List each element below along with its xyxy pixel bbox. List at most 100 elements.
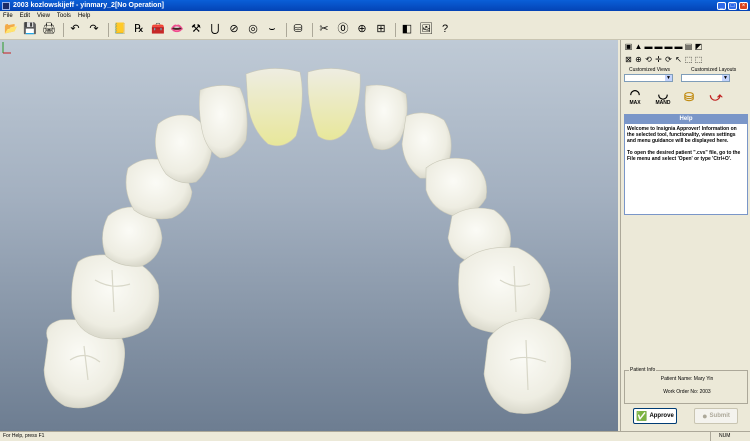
help-text: Welcome to Insignia Approver! Informatio…: [625, 124, 747, 169]
submit-icon: ●: [702, 411, 708, 421]
mand-label: MAND: [655, 100, 671, 106]
tooth-scissors-icon[interactable]: ✂: [316, 22, 332, 38]
menu-tools[interactable]: Tools: [57, 13, 71, 19]
customized-views-label: Customized Views: [629, 67, 671, 73]
dental-arch-model[interactable]: [0, 40, 618, 431]
menu-help[interactable]: Help: [78, 13, 90, 19]
ipr-icon[interactable]: ⊞: [373, 22, 389, 38]
smile-icon[interactable]: ⌣: [264, 22, 280, 38]
patient-name: Patient Name: Mary Yin: [660, 376, 714, 382]
max-label: MAX: [629, 100, 641, 106]
tooth-right-lateral-incisor[interactable]: [364, 84, 408, 151]
mand-button[interactable]: ◡ MAND: [651, 86, 675, 108]
3d-viewport[interactable]: [0, 40, 618, 431]
view-option-icon[interactable]: ↖: [674, 55, 683, 64]
window-title: 2003 kozlowskijeff - yinmary_2[No Operat…: [13, 2, 164, 9]
view-option-icon[interactable]: ▬: [644, 42, 653, 51]
help-paragraph: Welcome to Insignia Approver! Informatio…: [627, 126, 737, 145]
patient-info-group: Patient Info Patient Name: Mary Yin Work…: [624, 367, 748, 404]
help-box: Help Welcome to Insignia Approver! Infor…: [624, 114, 748, 215]
view-option-icon[interactable]: ⬚: [684, 55, 693, 64]
view-option-icon[interactable]: ▬: [664, 42, 673, 51]
right-panel: ▣ ▲ ▬ ▬ ▬ ▬ ▤ ◩ ⊠ ⊕ ⟲ ✛ ⟳ ↖ ⬚ ⬚ Customized Views Custo…: [620, 40, 750, 431]
arch-form-icon[interactable]: ⋃: [207, 22, 223, 38]
help-paragraph: To open the desired patient ".cvs" file,…: [627, 149, 741, 162]
view-option-icon[interactable]: ▣: [624, 42, 633, 51]
approve-button[interactable]: ✅ Approve: [633, 408, 677, 424]
toolbox-icon[interactable]: 🧰: [150, 22, 166, 38]
open-icon[interactable]: 📂: [3, 22, 19, 38]
view-icons-row-2: ⊠ ⊕ ⟲ ✛ ⟳ ↖ ⬚ ⬚: [624, 55, 704, 64]
view-option-icon[interactable]: ⟲: [644, 55, 653, 64]
tooth-right-premolar-1[interactable]: [425, 157, 487, 217]
max-button[interactable]: ◠ MAX: [623, 86, 647, 108]
tooth-left-central-incisor[interactable]: [245, 68, 303, 147]
chevron-down-icon: ▼: [665, 75, 672, 81]
undo-icon[interactable]: ↶: [67, 22, 83, 38]
measure-icon[interactable]: ⊘: [226, 22, 242, 38]
hammer-icon[interactable]: ⚒: [188, 22, 204, 38]
view-icons-row-1: ▣ ▲ ▬ ▬ ▬ ▬ ▤ ◩: [624, 42, 704, 51]
patient-info-legend: Patient Info: [629, 367, 657, 373]
status-text: For Help, press F1: [3, 433, 45, 439]
chevron-down-icon: ▼: [722, 75, 729, 81]
view-option-icon[interactable]: ◩: [694, 42, 703, 51]
rotate-arch-icon: ◠: [629, 87, 641, 101]
gold-tooth-button[interactable]: ⛁: [677, 86, 701, 108]
save-icon[interactable]: 💾: [22, 22, 38, 38]
lips-icon[interactable]: 👄: [169, 22, 185, 38]
view-option-icon[interactable]: ▬: [654, 42, 663, 51]
help-header: Help: [625, 115, 747, 124]
torque-icon[interactable]: ⓪: [335, 22, 351, 38]
view-option-icon[interactable]: ⊠: [624, 55, 633, 64]
checkmark-icon: ✅: [636, 410, 648, 421]
view-option-icon[interactable]: ⬚: [694, 55, 703, 64]
submit-label: Submit: [709, 413, 730, 419]
view-option-icon[interactable]: ⟳: [664, 55, 673, 64]
prescription-icon[interactable]: ℞: [131, 22, 147, 38]
gold-tooth-icon[interactable]: ⛁: [290, 22, 306, 38]
help-icon[interactable]: ?: [437, 22, 453, 38]
view-option-icon[interactable]: ▬: [674, 42, 683, 51]
view-option-icon[interactable]: ▤: [684, 42, 693, 51]
customized-layouts-label: Customized Layouts: [691, 67, 737, 73]
customized-views-select[interactable]: ▼: [624, 74, 673, 82]
view-option-icon[interactable]: ✛: [654, 55, 663, 64]
rotate-arch-icon: ◡: [657, 87, 669, 101]
toolbar-separator: [63, 22, 64, 37]
status-bar: For Help, press F1 NUM: [0, 431, 750, 441]
occlusion-icon[interactable]: ◎: [245, 22, 261, 38]
customized-layouts-select[interactable]: ▼: [681, 74, 730, 82]
main-toolbar: 📂 💾 🖨 ↶ ↷ 📒 ℞ 🧰 👄 ⚒ ⋃ ⊘ ◎ ⌣ ⛁ ✂ ⓪ ⊕ ⊞ ◧ 🖼?: [0, 20, 750, 40]
print-icon[interactable]: 🖨: [41, 22, 57, 38]
title-bar: 2003 kozlowskijeff - yinmary_2[No Operat…: [0, 0, 750, 11]
approve-label: Approve: [649, 413, 674, 419]
toolbar-separator: [108, 22, 109, 37]
redo-icon[interactable]: ↷: [86, 22, 102, 38]
num-lock-indicator: NUM: [710, 432, 750, 441]
toggle-arch-button[interactable]: ⤻: [704, 86, 728, 108]
maximize-button[interactable]: □: [728, 1, 737, 10]
menu-view[interactable]: View: [37, 13, 50, 19]
tooth-left-molar-1[interactable]: [71, 254, 160, 340]
toolbar-separator: [312, 22, 313, 37]
menu-edit[interactable]: Edit: [20, 13, 30, 19]
app-icon: [2, 1, 10, 10]
view-option-icon[interactable]: ⊕: [634, 55, 643, 64]
view-option-icon[interactable]: ▲: [634, 42, 643, 51]
toolbar-separator: [286, 22, 287, 37]
split-view-icon[interactable]: ◧: [399, 22, 415, 38]
menu-bar: File Edit View Tools Help: [0, 11, 750, 20]
work-order: Work Order No: 2003: [663, 389, 711, 395]
axis-gizmo-icon: [2, 42, 11, 54]
minimize-button[interactable]: _: [717, 1, 726, 10]
menu-file[interactable]: File: [3, 13, 13, 19]
close-button[interactable]: ×: [739, 1, 748, 10]
notes-icon[interactable]: 📒: [112, 22, 128, 38]
tooth-right-central-incisor[interactable]: [307, 68, 361, 141]
interproximal-icon[interactable]: ⊕: [354, 22, 370, 38]
submit-button[interactable]: ● Submit: [694, 408, 738, 424]
toolbar-separator: [395, 22, 396, 37]
screenshot-icon[interactable]: 🖼: [418, 22, 434, 38]
arch-toggle-icon: ⤻: [709, 90, 723, 104]
